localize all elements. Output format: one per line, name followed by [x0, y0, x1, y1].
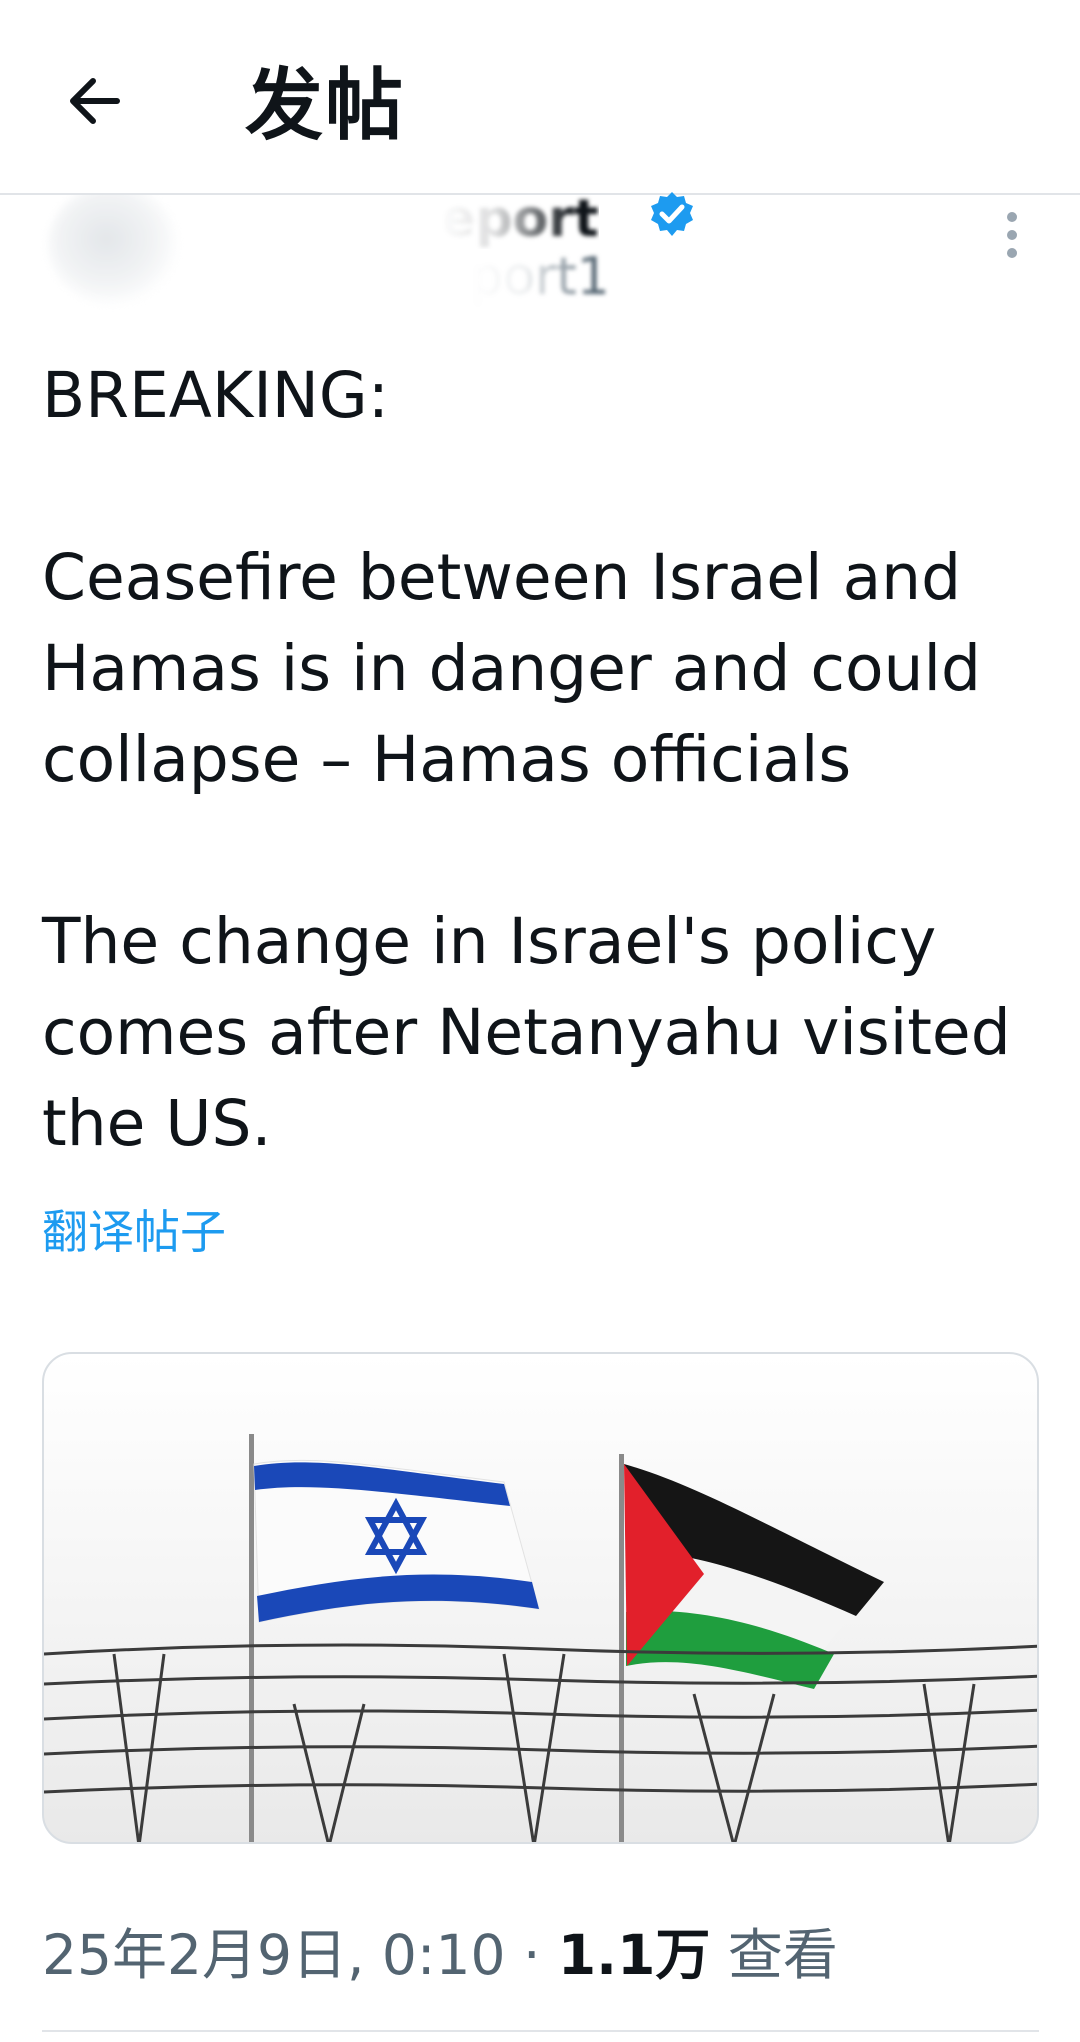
flags-image: [44, 1434, 1037, 1842]
divider: [42, 2030, 1039, 2032]
post-timestamp[interactable]: 25年2月9日, 0:10: [42, 1923, 505, 1987]
top-app-bar: 发帖: [0, 0, 1080, 195]
verified-badge-icon: [651, 192, 693, 236]
post-image[interactable]: [42, 1352, 1039, 1844]
post-paragraph: The change in Israel's policy comes afte…: [42, 905, 1011, 1160]
author-name[interactable]: eport: [440, 195, 599, 249]
back-button[interactable]: [52, 58, 138, 144]
author-row[interactable]: eport port1: [0, 195, 1080, 315]
arrow-left-icon: [70, 78, 120, 124]
more-options-button[interactable]: [990, 205, 1034, 265]
post-text: BREAKING: Ceasefire between Israel and H…: [42, 350, 1042, 1169]
palestine-flag-icon: [624, 1464, 884, 1689]
meta-separator: ·: [522, 1923, 541, 1987]
post-meta: 25年2月9日, 0:10 · 1.1万 查看: [42, 1910, 838, 1990]
flagpole: [249, 1434, 254, 1842]
page-title: 发帖: [245, 61, 406, 151]
post-paragraph: BREAKING:: [42, 359, 389, 432]
author-handle[interactable]: port1: [470, 247, 610, 307]
views-count: 1.1万: [557, 1923, 711, 1987]
israel-flag-icon: [253, 1459, 540, 1623]
flagpole: [619, 1454, 624, 1842]
post-paragraph: Ceasefire between Israel and Hamas is in…: [42, 541, 981, 796]
translate-post-link[interactable]: 翻译帖子: [42, 1196, 226, 1262]
avatar[interactable]: [48, 195, 178, 305]
more-vertical-icon: [1007, 212, 1017, 222]
barbed-wire: [44, 1643, 1037, 1842]
views-label: 查看: [727, 1923, 838, 1987]
